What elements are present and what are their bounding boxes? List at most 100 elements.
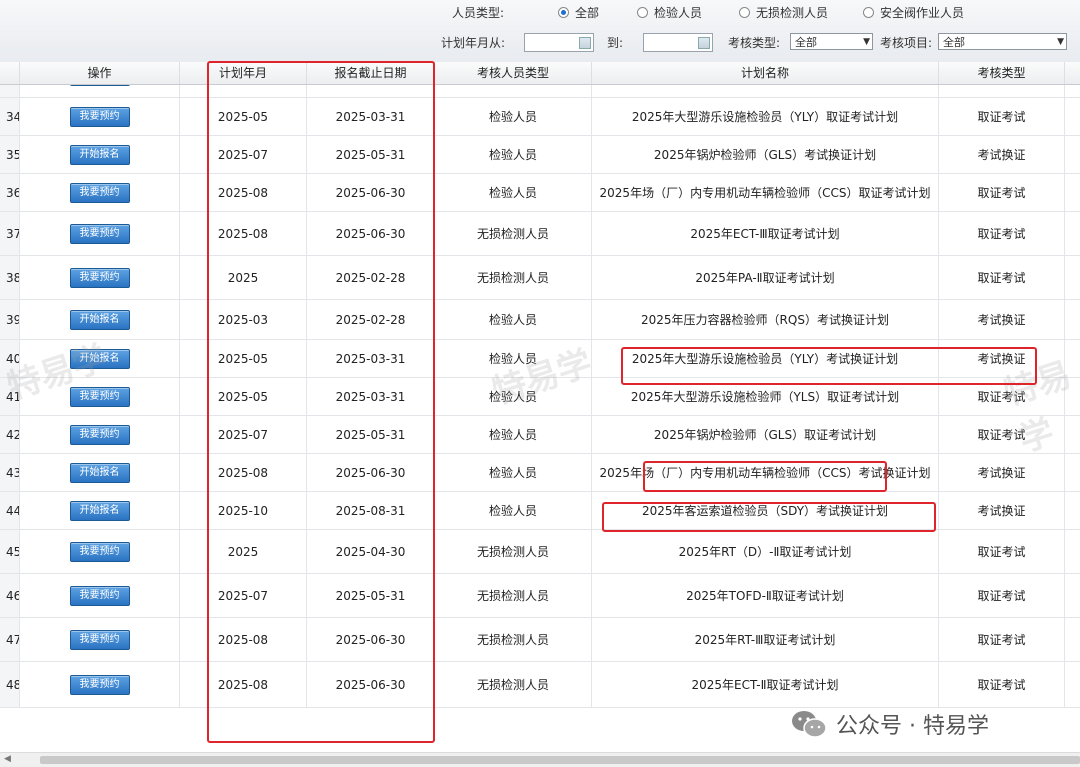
radio-inspector[interactable]: 检验人员 <box>637 4 702 21</box>
horizontal-scrollbar[interactable]: ◀ <box>0 752 1080 767</box>
exam-type-cell: 取证考试 <box>939 256 1065 299</box>
row-spacer <box>1065 212 1080 255</box>
plan-from-row: 计划年月从: <box>441 34 505 51</box>
action-cell: 我要预约 <box>20 256 180 299</box>
deadline-cell: 2025-02-28 <box>307 256 435 299</box>
reserve-button[interactable]: 我要预约 <box>69 267 130 288</box>
table-row: 39 开始报名 2025-03 2025-02-28 检验人员 2025年压力容器检验师（… <box>0 300 1080 340</box>
radio-safety-valve-icon[interactable] <box>863 7 874 18</box>
table-row: 46 我要预约 2025-07 2025-05-31 无损检测人员 2025年TOFD-Ⅱ… <box>0 574 1080 618</box>
personnel-type-cell: 无损检测人员 <box>435 574 592 617</box>
action-cell: 我要预约 <box>20 416 180 453</box>
deadline-cell: 2025-05-31 <box>307 136 435 173</box>
action-cell: 我要预约 <box>20 530 180 573</box>
table-row: 42 我要预约 2025-07 2025-05-31 检验人员 2025年锅炉检验师（GL… <box>0 416 1080 454</box>
action-cell: 开始报名 <box>20 340 180 377</box>
action-cell: 我要预约 <box>20 98 180 135</box>
reserve-button[interactable]: 我要预约 <box>69 674 130 695</box>
header-plan-month: 计划年月 <box>180 62 307 84</box>
table-row: 41 我要预约 2025-05 2025-03-31 检验人员 2025年大型游乐设施检验… <box>0 378 1080 416</box>
brand-watermark: 公众号 · 特易学 <box>790 708 989 740</box>
radio-ndt-label: 无损检测人员 <box>756 6 829 20</box>
plan-month-cell: 2025-08 <box>180 662 307 707</box>
personnel-type-cell: 检验人员 <box>435 340 592 377</box>
chevron-down-icon[interactable]: ▼ <box>1057 37 1064 47</box>
table-row: 38 我要预约 2025 2025-02-28 无损检测人员 2025年PA-Ⅱ取证考试计… <box>0 256 1080 300</box>
exam-type-label: 考核类型: <box>728 36 781 50</box>
table-row: 40 开始报名 2025-05 2025-03-31 检验人员 2025年大型游乐设施检验… <box>0 340 1080 378</box>
radio-inspector-icon[interactable] <box>637 7 648 18</box>
wechat-icon <box>792 711 827 738</box>
reserve-button[interactable]: 我要预约 <box>69 106 130 127</box>
exam-type-select[interactable]: 全部 ▼ <box>790 33 873 50</box>
table-row: 34 我要预约 2025-05 2025-03-31 检验人员 2025年大型游乐设施检验… <box>0 98 1080 136</box>
row-spacer <box>1065 530 1080 573</box>
exam-type-value: 全部 <box>795 35 817 49</box>
personnel-type-cell: 检验人员 <box>435 174 592 211</box>
plan-name-cell: 2025年TOFD-Ⅱ取证考试计划 <box>592 574 939 617</box>
row-spacer <box>1065 98 1080 135</box>
reserve-button[interactable]: 我要预约 <box>69 629 130 650</box>
exam-type-cell: 取证考试 <box>939 530 1065 573</box>
start-signup-button[interactable]: 开始报名 <box>69 144 130 165</box>
radio-ndt[interactable]: 无损检测人员 <box>739 4 828 21</box>
reserve-button[interactable]: 我要预约 <box>69 585 130 606</box>
calendar-icon[interactable] <box>579 37 591 49</box>
exam-item-row: 考核项目: <box>880 34 932 51</box>
action-cell: 开始报名 <box>20 492 180 529</box>
row-index: 34 <box>0 98 20 135</box>
deadline-cell: 2025-06-30 <box>307 618 435 661</box>
reserve-button[interactable]: 我要预约 <box>69 424 130 445</box>
personnel-type-cell: 检验人员 <box>435 300 592 339</box>
plan-month-cell: 2025-03 <box>180 300 307 339</box>
plan-name-cell: 2025年大型游乐设施检验员（YLY）考试换证计划 <box>592 340 939 377</box>
scrollbar-thumb[interactable] <box>40 756 1080 764</box>
calendar-icon[interactable] <box>698 37 710 49</box>
personnel-type-cell: 检验人员 <box>435 454 592 491</box>
plan-name-cell: 2025年大型游乐设施检验师（YLS）取证考试计划 <box>592 378 939 415</box>
personnel-type-cell: 无损检测人员 <box>435 662 592 707</box>
exam-type-cell: 考试换证 <box>939 454 1065 491</box>
exam-type-cell: 取证考试 <box>939 212 1065 255</box>
exam-type-cell: 取证考试 <box>939 574 1065 617</box>
exam-type-cell: 取证考试 <box>939 662 1065 707</box>
radio-all-icon[interactable] <box>558 7 569 18</box>
start-signup-button[interactable]: 开始报名 <box>69 309 130 330</box>
plan-from-input[interactable] <box>524 33 594 52</box>
plan-table: 操作 计划年月 报名截止日期 考核人员类型 计划名称 考核类型 32我要预约20… <box>0 62 1080 752</box>
start-signup-button[interactable]: 开始报名 <box>69 462 130 483</box>
table-row: 47 我要预约 2025-08 2025-06-30 无损检测人员 2025年RT-Ⅲ取证… <box>0 618 1080 662</box>
radio-safety-valve-label: 安全阀作业人员 <box>880 6 965 20</box>
reserve-button[interactable]: 我要预约 <box>69 386 130 407</box>
plan-to-input[interactable] <box>643 33 713 52</box>
header-action: 操作 <box>20 62 180 84</box>
row-index: 46 <box>0 574 20 617</box>
start-signup-button[interactable]: 开始报名 <box>69 348 130 369</box>
chevron-down-icon[interactable]: ▼ <box>863 37 870 47</box>
exam-type-cell: 取证考试 <box>939 378 1065 415</box>
plan-month-cell: 2025-05 <box>180 98 307 135</box>
radio-ndt-icon[interactable] <box>739 7 750 18</box>
row-index: 42 <box>0 416 20 453</box>
exam-type-cell: 取证考试 <box>939 98 1065 135</box>
reserve-button[interactable]: 我要预约 <box>69 541 130 562</box>
plan-month-cell: 2025-10 <box>180 492 307 529</box>
to-row: 到: <box>607 34 623 51</box>
radio-all[interactable]: 全部 <box>558 4 599 21</box>
reserve-button[interactable]: 我要预约 <box>69 223 130 244</box>
row-index: 45 <box>0 530 20 573</box>
personnel-type-cell: 检验人员 <box>435 98 592 135</box>
row-spacer <box>1065 340 1080 377</box>
exam-item-select[interactable]: 全部 ▼ <box>938 33 1067 50</box>
plan-month-cell: 2025-07 <box>180 416 307 453</box>
deadline-cell: 2025-04-30 <box>307 530 435 573</box>
personnel-type-cell: 检验人员 <box>435 492 592 529</box>
exam-type-cell: 取证考试 <box>939 174 1065 211</box>
exam-type-cell: 考试换证 <box>939 340 1065 377</box>
start-signup-button[interactable]: 开始报名 <box>69 500 130 521</box>
radio-safety-valve[interactable]: 安全阀作业人员 <box>863 4 964 21</box>
scroll-left-icon[interactable]: ◀ <box>4 754 11 764</box>
reserve-button[interactable]: 我要预约 <box>69 182 130 203</box>
row-spacer <box>1065 378 1080 415</box>
plan-name-cell: 2025年PA-Ⅱ取证考试计划 <box>592 256 939 299</box>
